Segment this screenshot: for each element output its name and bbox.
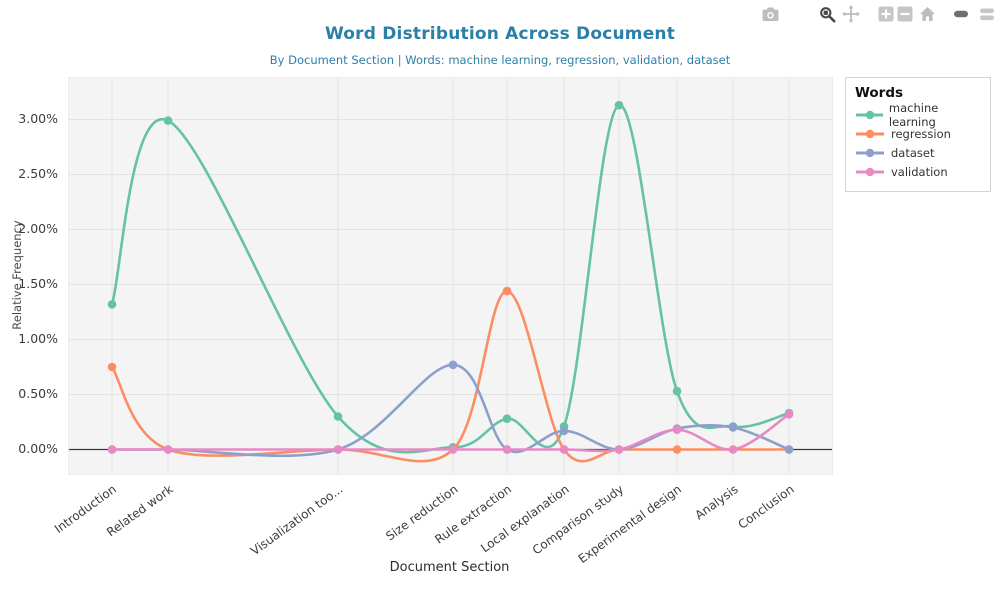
legend-items: machine learning regression dataset validat…	[855, 105, 982, 181]
y-tick-label: 0.50%	[18, 386, 58, 401]
plotly-chart: Word Distribution Across Document By Doc…	[0, 0, 1000, 600]
legend-item-label: regression	[891, 127, 951, 141]
legend-title: Words	[855, 85, 982, 101]
legend-item-dataset[interactable]: dataset	[855, 143, 982, 162]
x-tick-label: Conclusion	[735, 482, 796, 532]
y-tick-label: 2.50%	[18, 166, 58, 181]
x-axis-tick-labels: IntroductionRelated workVisualization to…	[68, 0, 831, 600]
zoom-out-button[interactable]	[897, 5, 913, 23]
y-tick-label: 1.50%	[18, 276, 58, 291]
legend: Words machine learningregressiondatasetv…	[845, 77, 991, 192]
x-tick-label: Experimental design	[576, 482, 684, 566]
minus-square-icon	[897, 6, 913, 22]
legend-item-label: dataset	[891, 146, 934, 160]
y-tick-label: 0.00%	[18, 441, 58, 456]
hover-compare-button[interactable]	[978, 5, 996, 23]
legend-swatch-icon	[855, 128, 885, 140]
legend-swatch-icon	[855, 166, 885, 178]
legend-swatch-icon	[855, 109, 883, 121]
zoom-in-button[interactable]	[878, 5, 894, 23]
legend-item-machine-learning[interactable]: machine learning	[855, 105, 982, 124]
hover-closest-icon	[952, 8, 970, 20]
home-icon	[919, 6, 936, 22]
reset-axes-button[interactable]	[919, 5, 936, 23]
x-tick-label: Visualization too...	[248, 482, 345, 558]
x-tick-label: Comparison study	[530, 482, 626, 557]
y-axis-tick-labels: 0.00% 0.50% 1.00% 1.50% 2.00% 2.50% 3.00%	[0, 0, 60, 600]
x-axis-title: Document Section	[68, 560, 831, 575]
hover-closest-button[interactable]	[952, 5, 970, 23]
pan-mode-button[interactable]	[842, 5, 860, 23]
plus-square-icon	[878, 6, 894, 22]
hover-compare-icon	[978, 7, 996, 22]
legend-item-label: machine learning	[889, 101, 982, 129]
legend-swatch-icon	[855, 147, 885, 159]
y-tick-label: 1.00%	[18, 331, 58, 346]
legend-item-label: validation	[891, 165, 948, 179]
legend-item-validation[interactable]: validation	[855, 162, 982, 181]
y-tick-label: 2.00%	[18, 221, 58, 236]
x-tick-label: Analysis	[692, 482, 740, 522]
pan-arrows-icon	[842, 5, 860, 23]
y-tick-label: 3.00%	[18, 111, 58, 126]
